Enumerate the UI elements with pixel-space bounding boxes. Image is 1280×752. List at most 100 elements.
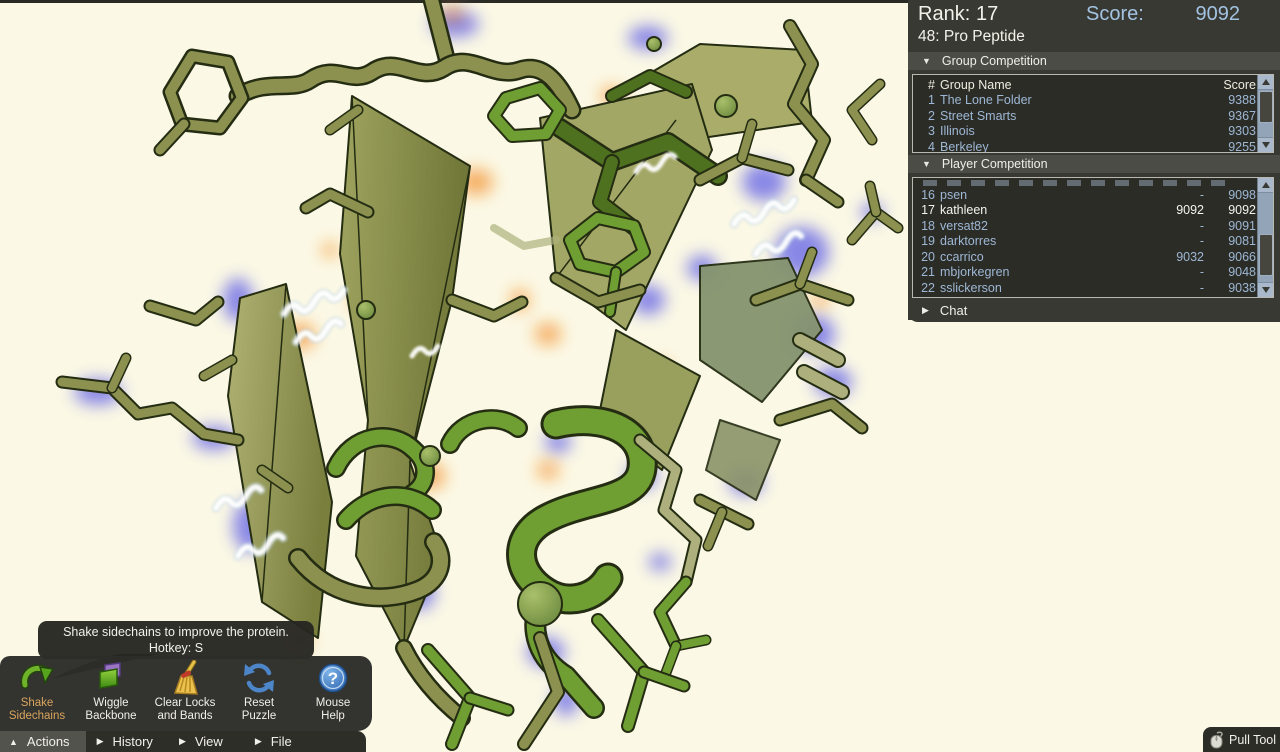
row-current-score: -	[1134, 281, 1204, 295]
score-header: Rank: 17 Score: 9092 48: Pro Peptide	[908, 0, 1280, 50]
wiggle-backbone-button[interactable]: Wiggle Backbone	[74, 656, 148, 735]
scroll-thumb[interactable]	[1259, 91, 1273, 123]
button-label: Clear Locks	[155, 697, 216, 710]
row-current-score: 9032	[1134, 250, 1204, 264]
svg-text:?: ?	[328, 669, 338, 688]
row-name: mbjorkegren	[940, 265, 1134, 279]
group-competition-header[interactable]: Group Competition	[908, 52, 1280, 70]
menu-open-triangle-icon	[9, 737, 18, 747]
menu-actions[interactable]: Actions	[0, 731, 86, 752]
row-name: The Lone Folder	[940, 93, 1212, 107]
wiggle-icon	[92, 660, 130, 696]
row-rank: 16	[917, 188, 935, 202]
scroll-down-button[interactable]	[1258, 282, 1273, 297]
row-rank: 17	[917, 203, 935, 217]
row-name: kathleen	[940, 203, 1134, 217]
scroll-up-button[interactable]	[1258, 75, 1273, 90]
menu-view[interactable]: View	[179, 731, 223, 752]
row-score: 9038	[1212, 281, 1256, 295]
foldit-window: Rank: 17 Score: 9092 48: Pro Peptide Gro…	[0, 0, 1280, 752]
puzzle-title: 48: Pro Peptide	[918, 28, 1025, 46]
row-score: 9367	[1212, 109, 1256, 123]
row-rank: 21	[917, 265, 935, 279]
row-name: psen	[940, 188, 1134, 202]
mouse-help-button[interactable]: ? Mouse Help	[296, 656, 370, 735]
row-rank: 19	[917, 234, 935, 248]
group-competition-title: Group Competition	[942, 54, 1047, 68]
menu-closed-triangle-icon	[255, 736, 262, 747]
row-score: 9255	[1212, 140, 1256, 153]
score-value: 9092	[1196, 3, 1241, 26]
button-label: Mouse	[316, 697, 351, 710]
group-scrollbar[interactable]	[1257, 75, 1273, 152]
player-row[interactable]: 22 sslickerson - 9038	[917, 280, 1256, 296]
col-rank: #	[917, 78, 935, 92]
menu-label: Actions	[27, 734, 70, 749]
col-score: Score	[1212, 78, 1256, 92]
clear-locks-and-bands-button[interactable]: Clear Locks and Bands	[148, 656, 222, 735]
row-name: Illinois	[940, 124, 1212, 138]
reset-icon	[240, 660, 278, 696]
button-label: Help	[316, 710, 351, 723]
row-score: 9388	[1212, 93, 1256, 107]
row-name: versat82	[940, 219, 1134, 233]
player-competition-title: Player Competition	[942, 157, 1048, 171]
group-row[interactable]: 1 The Lone Folder 9388	[917, 93, 1256, 109]
menu-history[interactable]: History	[97, 731, 153, 752]
row-current-score: -	[1134, 188, 1204, 202]
expand-triangle-icon	[922, 305, 929, 316]
row-rank: 22	[917, 281, 935, 295]
player-scrollbar[interactable]	[1257, 178, 1273, 297]
row-rank: 2	[917, 109, 935, 123]
scroll-thumb[interactable]	[1259, 234, 1273, 276]
player-competition-header[interactable]: Player Competition	[908, 155, 1280, 173]
mouse-icon	[1209, 731, 1224, 749]
reset-puzzle-button[interactable]: Reset Puzzle	[222, 656, 296, 735]
group-row[interactable]: 4 Berkeley 9255	[917, 139, 1256, 153]
row-rank: 1	[917, 93, 935, 107]
player-row[interactable]: 21 mbjorkegren - 9048	[917, 265, 1256, 281]
pull-tool-label: Pull Tool	[1229, 733, 1276, 747]
scroll-down-button[interactable]	[1258, 137, 1273, 152]
row-current-score: -	[1134, 234, 1204, 248]
menu-closed-triangle-icon	[179, 736, 186, 747]
player-row[interactable]: 18 versat82 - 9091	[917, 218, 1256, 234]
menu-bar: Actions History View File	[0, 731, 366, 752]
clipped-player-row	[923, 180, 1226, 186]
player-row[interactable]: 16 psen - 9098	[917, 187, 1256, 203]
menu-closed-triangle-icon	[97, 736, 104, 747]
button-label: and Bands	[155, 710, 216, 723]
group-list-header: # Group Name Score	[917, 77, 1256, 93]
row-rank: 3	[917, 124, 935, 138]
player-row[interactable]: 19 darktorres - 9081	[917, 234, 1256, 250]
help-icon: ?	[314, 660, 352, 696]
button-label: Backbone	[85, 710, 136, 723]
button-label: Puzzle	[242, 710, 277, 723]
button-label: Shake	[9, 697, 65, 710]
menu-label: File	[271, 734, 292, 749]
rank-value: 17	[976, 3, 998, 26]
rank-label: Rank:	[918, 3, 970, 26]
player-row[interactable]: 20 ccarrico 9032 9066	[917, 249, 1256, 265]
menu-file[interactable]: File	[255, 731, 292, 752]
score-label: Score:	[1086, 3, 1144, 26]
player-row-self[interactable]: 17 kathleen 9092 9092	[917, 203, 1256, 219]
row-name: ccarrico	[940, 250, 1134, 264]
col-name: Group Name	[940, 78, 1212, 92]
button-label: Reset	[242, 697, 277, 710]
group-row[interactable]: 2 Street Smarts 9367	[917, 108, 1256, 124]
row-name: Berkeley	[940, 140, 1212, 153]
group-row[interactable]: 3 Illinois 9303	[917, 124, 1256, 140]
group-competition-list: # Group Name Score 1 The Lone Folder 938…	[912, 74, 1274, 153]
broom-icon	[166, 660, 204, 696]
shake-sidechains-button[interactable]: Shake Sidechains	[0, 656, 74, 735]
score-panel: Rank: 17 Score: 9092 48: Pro Peptide Gro…	[908, 0, 1280, 322]
row-name: Street Smarts	[940, 109, 1212, 123]
collapse-triangle-icon	[922, 159, 931, 169]
chat-header[interactable]: Chat	[908, 300, 1280, 320]
scroll-up-button[interactable]	[1258, 178, 1273, 193]
row-rank: 18	[917, 219, 935, 233]
menu-label: History	[112, 734, 152, 749]
pull-tool-button[interactable]: Pull Tool	[1203, 727, 1280, 752]
button-label: Sidechains	[9, 710, 65, 723]
